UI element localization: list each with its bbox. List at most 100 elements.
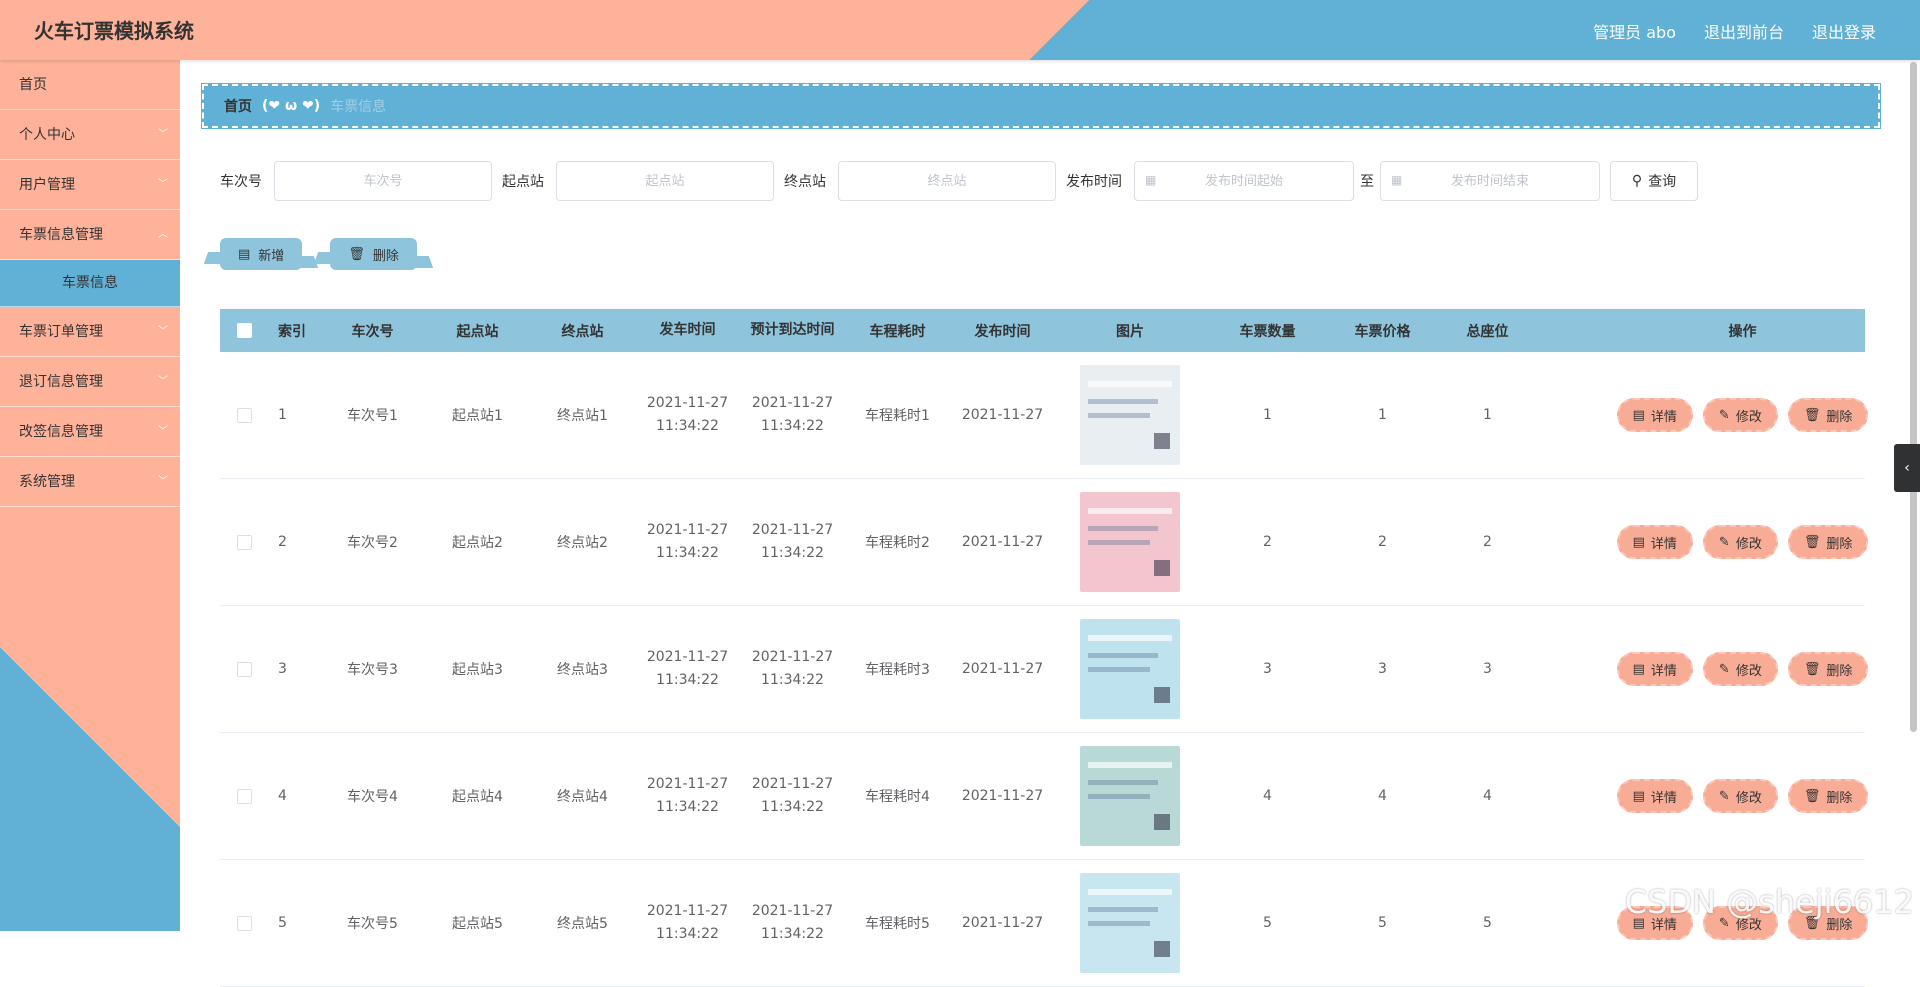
exit-to-front-link[interactable]: 退出到前台 bbox=[1704, 19, 1784, 43]
chevron-down-icon: ﹀ bbox=[158, 476, 168, 487]
cell-ops: ▤ 详情 ✎ 修改 🗑 删除 bbox=[1540, 398, 1920, 432]
document-icon: ▤ bbox=[1632, 534, 1645, 550]
cell-seats: 3 bbox=[1483, 661, 1492, 677]
sidebar: 首页 个人中心 ﹀ 用户管理 ﹀ 车票信息管理 ︿ 车票信息 车票订单管理 ﹀ 退订信息… bbox=[0, 60, 180, 931]
ticket-image[interactable] bbox=[1080, 619, 1180, 719]
calendar-icon: ▦ bbox=[1145, 173, 1157, 187]
cell-to: 终点站5 bbox=[557, 916, 608, 932]
batch-delete-button[interactable]: 🗑 删除 bbox=[330, 238, 417, 270]
detail-button[interactable]: ▤ 详情 bbox=[1616, 779, 1693, 813]
to-station-input[interactable] bbox=[838, 161, 1056, 201]
publish-time-start-input[interactable] bbox=[1134, 161, 1354, 201]
cell-arrive-time: 11:34:22 bbox=[761, 799, 824, 815]
add-button[interactable]: ▤ 新增 bbox=[220, 238, 303, 270]
publish-time-start-picker[interactable]: ▦ bbox=[1134, 161, 1354, 201]
ticket-image[interactable] bbox=[1080, 873, 1180, 973]
edit-button-label: 修改 bbox=[1735, 790, 1762, 806]
chevron-down-icon: ﹀ bbox=[158, 426, 168, 437]
cell-depart-time: 11:34:22 bbox=[656, 926, 719, 942]
cell-index: 2 bbox=[278, 534, 287, 550]
edit-icon: ✎ bbox=[1718, 661, 1730, 677]
cell-seats: 4 bbox=[1483, 788, 1492, 804]
cell-seats: 5 bbox=[1483, 915, 1492, 931]
table-row: 3 车次号3 起点站3 终点站3 2021-11-27 11:34:22 2021-11-2… bbox=[220, 606, 1869, 733]
page-scrollbar[interactable] bbox=[1910, 62, 1917, 732]
cell-depart-time: 11:34:22 bbox=[656, 672, 719, 688]
sidebar-item-label: 退订信息管理 bbox=[19, 374, 103, 390]
header-publish: 发布时间 bbox=[974, 323, 1031, 340]
select-all-checkbox[interactable] bbox=[220, 323, 268, 339]
cell-price: 2 bbox=[1378, 534, 1387, 550]
cell-depart-date: 2021-11-27 bbox=[646, 649, 729, 665]
admin-name: 管理员 abo bbox=[1593, 23, 1676, 42]
detail-button[interactable]: ▤ 详情 bbox=[1616, 525, 1693, 559]
chevron-left-icon[interactable]: ‹ bbox=[1894, 444, 1920, 492]
delete-button[interactable]: 🗑 删除 bbox=[1787, 779, 1869, 813]
document-icon: ▤ bbox=[1632, 788, 1645, 804]
logout-link[interactable]: 退出登录 bbox=[1812, 19, 1876, 43]
add-button-label: 新增 bbox=[258, 248, 285, 264]
train-no-input[interactable] bbox=[274, 161, 492, 201]
sidebar-item-refund-management[interactable]: 退订信息管理 ﹀ bbox=[0, 357, 180, 407]
edit-icon: ✎ bbox=[1718, 407, 1730, 423]
cell-arrive: 2021-11-27 11:34:22 bbox=[740, 519, 845, 565]
cell-duration: 车程耗时2 bbox=[865, 535, 930, 551]
publish-time-end-input[interactable] bbox=[1380, 161, 1600, 201]
row-checkbox[interactable] bbox=[220, 788, 268, 804]
cell-image bbox=[1055, 619, 1205, 719]
breadcrumb-home[interactable]: 首页 bbox=[224, 96, 252, 116]
trash-icon: 🗑 bbox=[1803, 788, 1821, 804]
query-button[interactable]: ⚲ 查询 bbox=[1610, 161, 1698, 201]
cell-to: 终点站1 bbox=[557, 408, 608, 424]
chevron-down-icon: ﹀ bbox=[158, 376, 168, 387]
cell-qty: 1 bbox=[1263, 407, 1272, 423]
trash-icon: 🗑 bbox=[348, 246, 365, 262]
publish-time-end-picker[interactable]: ▦ bbox=[1380, 161, 1600, 201]
sidebar-item-ticket-info-management[interactable]: 车票信息管理 ︿ bbox=[0, 210, 180, 260]
delete-button[interactable]: 🗑 删除 bbox=[1787, 398, 1869, 432]
ticket-image[interactable] bbox=[1080, 746, 1180, 846]
edit-button[interactable]: ✎ 修改 bbox=[1702, 525, 1778, 559]
ticket-image[interactable] bbox=[1080, 492, 1180, 592]
edit-button[interactable]: ✎ 修改 bbox=[1702, 779, 1778, 813]
sidebar-item-personal-center[interactable]: 个人中心 ﹀ bbox=[0, 110, 180, 160]
row-checkbox[interactable] bbox=[220, 407, 268, 423]
cell-price: 3 bbox=[1378, 661, 1387, 677]
delete-button[interactable]: 🗑 删除 bbox=[1787, 652, 1869, 686]
sidebar-subitem-ticket-info[interactable]: 车票信息 bbox=[0, 260, 180, 307]
row-checkbox[interactable] bbox=[220, 534, 268, 550]
header-train-no: 车次号 bbox=[351, 323, 394, 340]
header-arrive: 预计到达时间 bbox=[750, 322, 835, 338]
sidebar-item-label: 车票信息管理 bbox=[19, 227, 103, 243]
cell-price: 4 bbox=[1378, 788, 1387, 804]
sidebar-item-system-management[interactable]: 系统管理 ﹀ bbox=[0, 457, 180, 507]
detail-button[interactable]: ▤ 详情 bbox=[1616, 652, 1693, 686]
trash-icon: 🗑 bbox=[1803, 407, 1821, 423]
document-icon: ▤ bbox=[1632, 407, 1645, 423]
sidebar-item-label: 车票订单管理 bbox=[19, 324, 103, 340]
detail-button[interactable]: ▤ 详情 bbox=[1616, 398, 1693, 432]
ticket-image[interactable] bbox=[1080, 365, 1180, 465]
query-button-label: 查询 bbox=[1648, 174, 1677, 190]
header-seats: 总座位 bbox=[1466, 323, 1509, 340]
cell-image bbox=[1055, 746, 1205, 846]
header-index: 索引 bbox=[278, 323, 306, 340]
sidebar-item-rebook-management[interactable]: 改签信息管理 ﹀ bbox=[0, 407, 180, 457]
cell-arrive-time: 11:34:22 bbox=[761, 418, 824, 434]
row-checkbox[interactable] bbox=[220, 661, 268, 677]
train-no-label: 车次号 bbox=[220, 174, 262, 190]
delete-button[interactable]: 🗑 删除 bbox=[1787, 525, 1869, 559]
edit-button[interactable]: ✎ 修改 bbox=[1702, 652, 1778, 686]
cell-depart: 2021-11-27 11:34:22 bbox=[635, 900, 740, 946]
from-station-input[interactable] bbox=[556, 161, 774, 201]
sidebar-item-ticket-order-management[interactable]: 车票订单管理 ﹀ bbox=[0, 307, 180, 357]
sidebar-item-user-management[interactable]: 用户管理 ﹀ bbox=[0, 160, 180, 210]
edit-button[interactable]: ✎ 修改 bbox=[1702, 398, 1778, 432]
sidebar-item-label: 改签信息管理 bbox=[19, 424, 103, 440]
header-image: 图片 bbox=[1116, 323, 1144, 340]
row-checkbox[interactable] bbox=[220, 915, 268, 931]
cell-depart: 2021-11-27 11:34:22 bbox=[635, 773, 740, 819]
header-price: 车票价格 bbox=[1354, 323, 1411, 340]
sidebar-item-home[interactable]: 首页 bbox=[0, 60, 180, 110]
cell-seats: 1 bbox=[1483, 407, 1492, 423]
